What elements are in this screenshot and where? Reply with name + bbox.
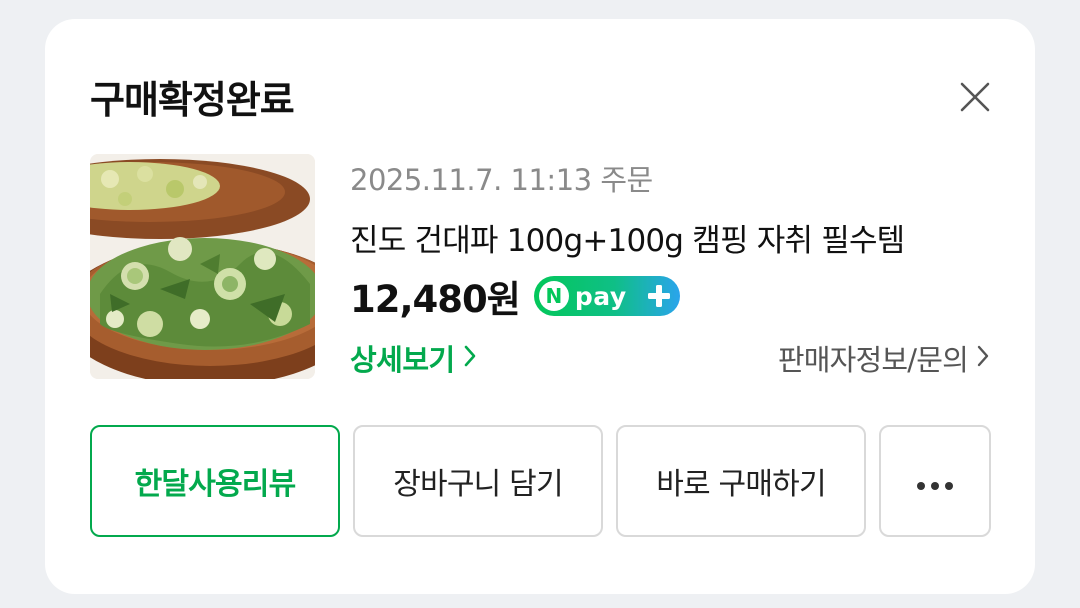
more-button[interactable] xyxy=(879,425,991,537)
chevron-right-icon xyxy=(976,341,990,375)
npay-n-icon: N xyxy=(538,281,569,311)
order-card: 구매확정완료 2025.11.7. 11:13 주문 진도 건대파 100g+1… xyxy=(45,19,1035,594)
card-title: 구매확정완료 xyxy=(90,78,295,122)
seller-info-link[interactable]: 판매자정보/문의 xyxy=(778,337,990,379)
add-to-cart-button[interactable]: 장바구니 담기 xyxy=(353,425,603,537)
detail-link-label: 상세보기 xyxy=(350,343,455,377)
chevron-right-icon xyxy=(463,341,477,375)
more-dots-icon xyxy=(915,464,955,499)
npay-text: pay xyxy=(574,281,627,311)
action-buttons: 한달사용리뷰 장바구니 담기 바로 구매하기 xyxy=(90,425,991,537)
monthly-review-button[interactable]: 한달사용리뷰 xyxy=(90,425,340,537)
plus-icon xyxy=(644,281,674,311)
buy-now-button[interactable]: 바로 구매하기 xyxy=(616,425,866,537)
price-row: 12,480원 N pay xyxy=(350,269,680,323)
npay-plus-badge: N pay xyxy=(533,276,680,316)
seller-info-label: 판매자정보/문의 xyxy=(777,343,969,377)
product-name[interactable]: 진도 건대파 100g+100g 캠핑 자취 필수템 xyxy=(350,215,905,260)
close-icon[interactable] xyxy=(957,79,993,115)
product-image[interactable] xyxy=(90,154,315,379)
detail-link[interactable]: 상세보기 xyxy=(350,337,477,379)
product-price: 12,480원 xyxy=(350,278,521,321)
order-date: 2025.11.7. 11:13 주문 xyxy=(350,163,653,197)
